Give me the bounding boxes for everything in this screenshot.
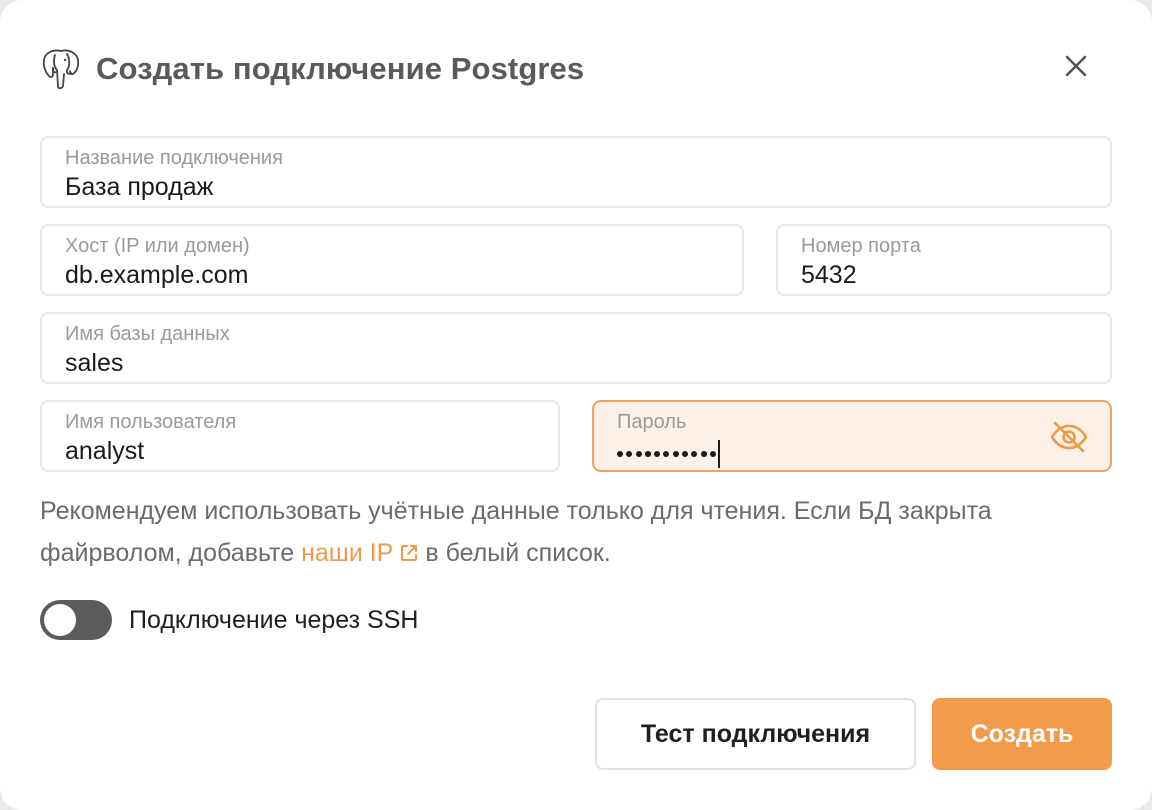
our-ips-link[interactable]: наши IP (301, 539, 425, 567)
external-link-icon[interactable] (399, 534, 419, 576)
host-value[interactable]: db.example.com (65, 261, 248, 290)
username-label: Имя пользователя (65, 411, 237, 433)
create-connection-dialog: Создать подключение Postgres Название по… (0, 0, 1152, 810)
create-button[interactable]: Создать (932, 698, 1112, 770)
password-dots (617, 451, 719, 457)
port-value[interactable]: 5432 (801, 261, 857, 290)
password-dot (644, 451, 651, 457)
port-label: Номер порта (801, 235, 921, 257)
password-dot (617, 451, 623, 457)
connection-name-value[interactable]: База продаж (65, 173, 213, 202)
database-name-label: Имя базы данных (65, 323, 230, 345)
close-icon (1065, 55, 1087, 82)
our-ips-link-label[interactable]: наши IP (301, 539, 393, 567)
host-field[interactable]: Хост (IP или домен) db.example.com (40, 224, 744, 296)
host-label: Хост (IP или домен) (65, 235, 250, 257)
postgres-elephant-icon (40, 46, 82, 92)
database-name-value[interactable]: sales (65, 349, 123, 378)
readonly-credentials-hint: Рекомендуем использовать учётные данные … (40, 490, 1040, 576)
password-dot (663, 451, 670, 457)
connection-name-field[interactable]: Название подключения База продаж (40, 136, 1112, 208)
test-connection-button[interactable]: Тест подключения (595, 698, 916, 770)
toggle-knob (44, 604, 76, 636)
password-dot (626, 451, 633, 457)
password-field[interactable]: Пароль (592, 400, 1112, 472)
username-value[interactable]: analyst (65, 437, 144, 466)
connection-name-label: Название подключения (65, 147, 283, 169)
password-dot (682, 451, 689, 457)
port-field[interactable]: Номер порта 5432 (776, 224, 1112, 296)
password-dot (709, 451, 716, 457)
password-dot (654, 451, 661, 457)
password-masked-value[interactable] (617, 440, 721, 468)
close-button[interactable] (1056, 48, 1096, 88)
ssh-toggle[interactable] (40, 600, 112, 640)
password-dot (635, 451, 642, 457)
hint-text-after: в белый список. (425, 539, 611, 567)
ssh-toggle-row: Подключение через SSH (40, 600, 418, 640)
eye-off-icon[interactable] (1050, 420, 1088, 454)
password-dot (672, 451, 679, 457)
ssh-toggle-label: Подключение через SSH (129, 605, 419, 634)
username-field[interactable]: Имя пользователя analyst (40, 400, 560, 472)
database-name-field[interactable]: Имя базы данных sales (40, 312, 1112, 384)
password-dot (700, 451, 707, 457)
dialog-header: Создать подключение Postgres (40, 46, 584, 92)
password-label: Пароль (617, 411, 687, 433)
password-dot (691, 451, 698, 457)
dialog-title: Создать подключение Postgres (96, 51, 585, 86)
text-caret (718, 440, 721, 468)
